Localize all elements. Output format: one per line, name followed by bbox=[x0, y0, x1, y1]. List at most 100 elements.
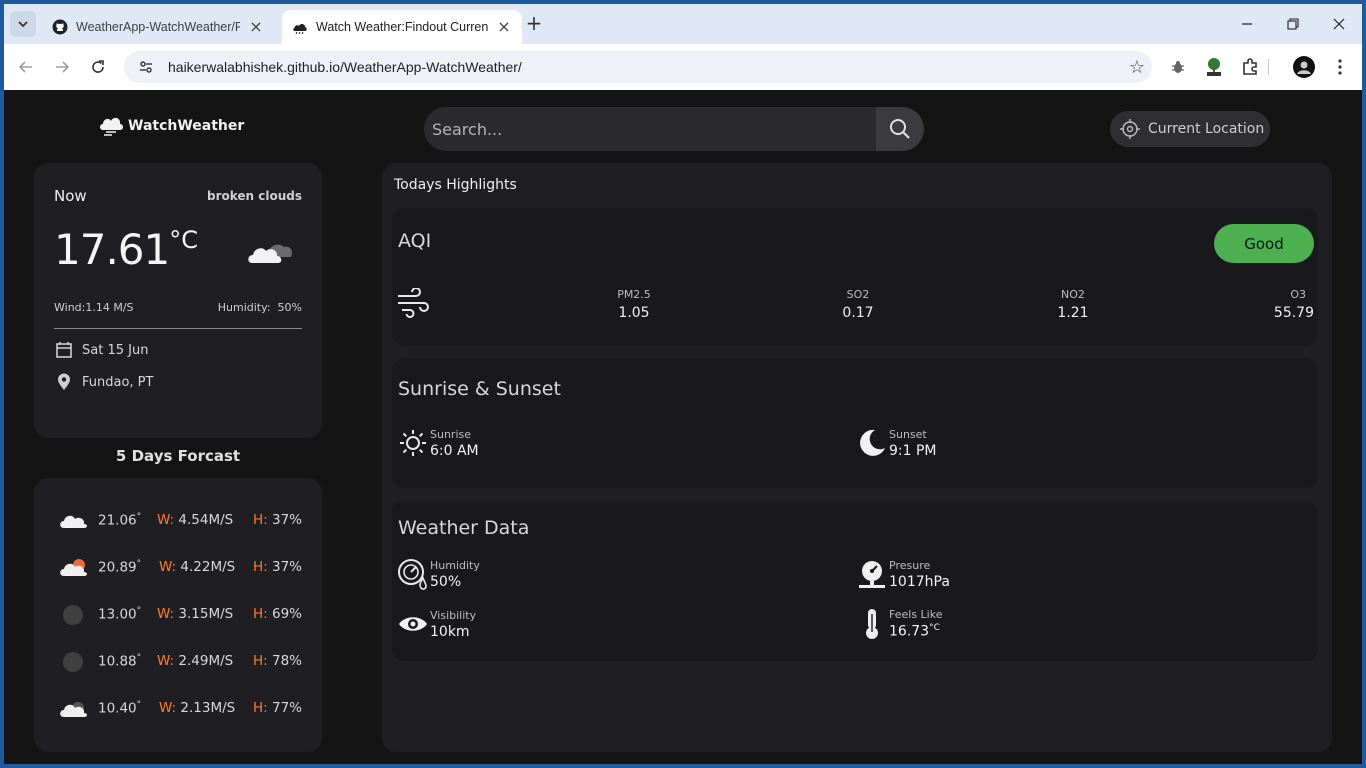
forecast-humidity-value: 78% bbox=[271, 653, 302, 669]
humidity-label: H: bbox=[252, 606, 268, 622]
aqi-status-badge[interactable]: Good bbox=[1214, 224, 1314, 263]
cloud-rain-logo-icon bbox=[100, 117, 123, 136]
github-icon bbox=[52, 19, 68, 35]
bookmark-star-icon[interactable]: ☆ bbox=[1122, 57, 1152, 78]
forecast-temp-value: 13.00 bbox=[98, 606, 137, 623]
forecast-temp: 10.88° bbox=[98, 653, 141, 670]
chevron-down-icon bbox=[18, 21, 28, 28]
tab-title: Watch Weather:Findout Current bbox=[316, 20, 488, 34]
aqi-value: 0.17 bbox=[842, 305, 874, 321]
url-text[interactable]: haikerwalabhishek.github.io/WeatherApp-W… bbox=[168, 59, 1122, 75]
forecast-temp-value: 20.89 bbox=[98, 559, 137, 576]
forecast-card: 21.06° W: 4.54M/S H: 37% 20.89° W: 4.22M… bbox=[34, 478, 322, 752]
forecast-temp-value: 10.40 bbox=[98, 700, 137, 717]
eye-icon bbox=[396, 607, 430, 641]
tree-extension-icon[interactable] bbox=[1202, 55, 1226, 79]
current-location-button[interactable]: Current Location bbox=[1110, 111, 1270, 147]
sunrise-value: 6:0 AM bbox=[430, 442, 479, 459]
sun-title: Sunrise & Sunset bbox=[398, 378, 561, 400]
weather-data-title: Weather Data bbox=[398, 517, 530, 539]
pressure-value: 1017hPa bbox=[889, 573, 950, 590]
humidity-item: Humidity 50% bbox=[396, 557, 480, 591]
forecast-humidity-value: 37% bbox=[271, 512, 302, 528]
address-bar[interactable]: haikerwalabhishek.github.io/WeatherApp-W… bbox=[124, 51, 1152, 83]
wind-label: W: bbox=[159, 559, 177, 575]
menu-kebab-icon[interactable] bbox=[1328, 55, 1352, 79]
tab-github-readme[interactable]: WeatherApp-WatchWeather/RE × bbox=[42, 10, 274, 44]
cloud-dark-icon bbox=[60, 702, 87, 717]
forecast-row: 21.06° W: 4.54M/S H: 37% bbox=[34, 506, 322, 536]
cloud-sun-icon bbox=[60, 559, 87, 576]
logo-text: WatchWeather bbox=[128, 118, 245, 134]
forward-button[interactable] bbox=[48, 53, 76, 81]
date-row: Sat 15 Jun bbox=[54, 341, 148, 359]
site-settings-icon[interactable] bbox=[138, 59, 154, 75]
forecast-temp-value: 21.06 bbox=[98, 512, 137, 529]
highlights-card: Todays Highlights AQI Good PM2.5 1.05 SO… bbox=[382, 163, 1332, 752]
feels-like-unit: °C bbox=[929, 623, 940, 634]
cloud-icon bbox=[60, 515, 87, 528]
feels-like-label: Feels Like bbox=[889, 608, 943, 622]
search-input[interactable] bbox=[424, 107, 876, 151]
visibility-value: 10km bbox=[430, 623, 470, 640]
forecast-row: 20.89° W: 4.22M/S H: 37% bbox=[34, 553, 322, 583]
new-tab-button[interactable]: + bbox=[522, 12, 546, 36]
aqi-panel: AQI Good PM2.5 1.05 SO2 0.17 NO2 1.21 O3 bbox=[392, 208, 1318, 346]
degree-symbol: ° bbox=[136, 606, 142, 616]
minimize-icon bbox=[1242, 23, 1252, 25]
sunrise-label: Sunrise bbox=[430, 427, 472, 441]
back-button[interactable] bbox=[12, 53, 40, 81]
profile-avatar[interactable] bbox=[1292, 55, 1316, 79]
forecast-temp: 21.06° bbox=[98, 512, 141, 529]
degree-symbol: ° bbox=[136, 512, 142, 522]
forecast-humidity: H: 37% bbox=[253, 512, 302, 528]
forecast-wind-value: 4.22M/S bbox=[180, 559, 236, 575]
humidity-label: Humidity bbox=[430, 558, 480, 572]
restore-button[interactable] bbox=[1270, 4, 1316, 44]
temp-value: 17.61 bbox=[54, 225, 170, 274]
tab-search-button[interactable] bbox=[10, 11, 36, 37]
feels-like-number: 16.73 bbox=[889, 623, 930, 640]
close-icon[interactable]: × bbox=[248, 19, 264, 35]
visibility-item: Visibility 10km bbox=[396, 607, 476, 641]
broken-clouds-icon bbox=[248, 244, 293, 263]
wind-icon bbox=[398, 288, 429, 318]
forecast-wind: W: 4.22M/S bbox=[159, 559, 235, 575]
extensions-puzzle-icon[interactable] bbox=[1238, 55, 1262, 79]
search-button[interactable] bbox=[876, 107, 924, 151]
humidity-value: 50% bbox=[277, 301, 302, 314]
crosshair-icon bbox=[1120, 119, 1140, 139]
dark-circle-icon bbox=[63, 605, 83, 625]
pressure-label: Presure bbox=[889, 558, 931, 572]
forecast-wind-value: 2.49M/S bbox=[178, 653, 234, 669]
forecast-temp: 10.40° bbox=[98, 700, 141, 717]
forecast-wind: W: 2.49M/S bbox=[157, 653, 233, 669]
tab-watch-weather[interactable]: Watch Weather:Findout Current × bbox=[282, 10, 522, 44]
bug-extension-icon[interactable] bbox=[1166, 55, 1190, 79]
forecast-humidity: H: 69% bbox=[253, 606, 302, 622]
thermometer-icon bbox=[855, 607, 889, 641]
aqi-no2: NO2 1.21 bbox=[1053, 288, 1093, 321]
weather-app: WatchWeather Current Location Now broken… bbox=[4, 90, 1362, 764]
search-icon bbox=[890, 119, 910, 139]
aqi-o3: O3 55.79 bbox=[1272, 288, 1318, 321]
aqi-key: O3 bbox=[1290, 288, 1306, 301]
weather-description: broken clouds bbox=[206, 189, 302, 203]
app-logo[interactable]: WatchWeather bbox=[98, 114, 244, 138]
location-row: Fundao, PT bbox=[54, 373, 153, 391]
sunrise-sunset-panel: Sunrise & Sunset Sunrise 6:0 AM Sunset 9:1… bbox=[392, 358, 1318, 488]
close-icon[interactable]: × bbox=[496, 19, 512, 35]
wind-speed: Wind:1.14 M/S bbox=[54, 301, 134, 314]
temp-unit: °C bbox=[169, 226, 199, 254]
close-window-button[interactable] bbox=[1316, 4, 1362, 44]
minimize-button[interactable] bbox=[1224, 4, 1270, 44]
reload-button[interactable] bbox=[84, 53, 112, 81]
current-location-label: Current Location bbox=[1148, 121, 1265, 137]
aqi-key: SO2 bbox=[846, 288, 870, 301]
highlights-title: Todays Highlights bbox=[394, 177, 517, 193]
current-weather-card: Now broken clouds 17.61°C Wind:1.14 M/S … bbox=[34, 163, 322, 438]
forecast-humidity: H: 78% bbox=[253, 653, 302, 669]
cloud-icon bbox=[292, 19, 308, 35]
sunset-item: Sunset 9:1 PM bbox=[855, 426, 937, 460]
calendar-icon bbox=[54, 341, 74, 359]
